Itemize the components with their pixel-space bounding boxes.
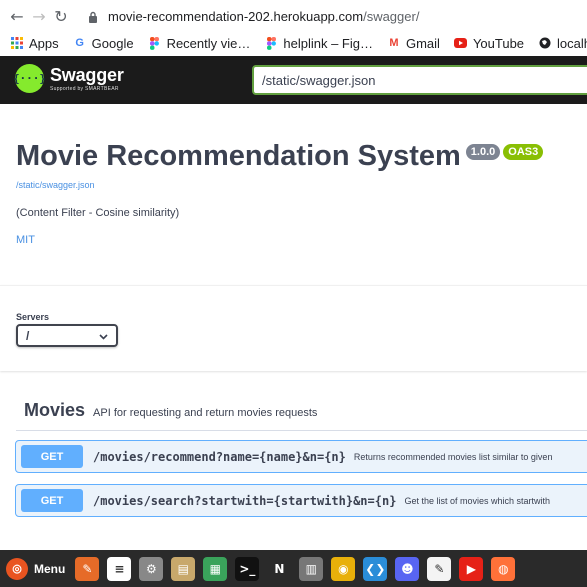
spreadsheet-icon[interactable]: ▦	[203, 556, 228, 581]
tag-header-movies[interactable]: Movies API for requesting and return mov…	[24, 400, 317, 421]
bookmark-google[interactable]: G Google	[73, 35, 134, 51]
operation-get-search[interactable]: GET /movies/search?startwith={startwith}…	[15, 484, 587, 517]
servers-select[interactable]: /	[16, 324, 118, 347]
method-badge: GET	[21, 489, 83, 512]
browser-toolbar: ← → ↻ movie-recommendation-202.herokuapp…	[0, 0, 587, 33]
operation-get-recommend[interactable]: GET /movies/recommend?name={name}&n={n} …	[15, 440, 587, 473]
bookmarks-bar: Apps G Google Recently vie… helplink – F…	[0, 33, 587, 53]
spec-url-input[interactable]: /static/swagger.json	[252, 65, 587, 95]
bookmark-youtube[interactable]: YouTube	[454, 36, 524, 51]
settings-icon[interactable]: ⚙	[139, 556, 164, 581]
tag-description: API for requesting and return movies req…	[93, 407, 318, 419]
method-badge: GET	[21, 445, 83, 468]
ubuntu-logo-icon: ◎	[6, 557, 28, 580]
globe-icon	[538, 36, 552, 50]
figma-icon	[148, 36, 162, 50]
operation-path: /movies/recommend?name={name}&n={n}	[93, 449, 346, 464]
swagger-logo-icon: {···}	[13, 64, 46, 93]
bookmark-helplink[interactable]: helplink – Fig…	[264, 36, 373, 51]
operation-summary: Get the list of movies which startwith	[404, 495, 550, 506]
figma-icon	[264, 36, 278, 50]
firefox-icon[interactable]: ◍	[491, 556, 516, 581]
menu-label: Menu	[34, 561, 66, 576]
url-path: /swagger/	[363, 9, 420, 24]
youtube-icon	[454, 36, 468, 50]
discord-icon[interactable]: ☻	[395, 556, 420, 581]
spec-link[interactable]: /static/swagger.json	[16, 180, 95, 190]
bookmark-label: YouTube	[472, 35, 525, 51]
bookmark-label: helplink – Fig…	[283, 35, 373, 51]
url-host: movie-recommendation-202.herokuapp.com	[108, 9, 364, 24]
reload-icon[interactable]: ↻	[50, 6, 72, 28]
calculator-icon[interactable]: ▥	[299, 556, 324, 581]
back-arrow-icon[interactable]: ←	[6, 6, 28, 28]
swagger-topbar: {···} Swagger Supported by SMARTBEAR /st…	[0, 56, 587, 104]
swagger-logo[interactable]: {···} Swagger Supported by SMARTBEAR	[13, 64, 124, 93]
youtube-app-icon[interactable]: ▶	[459, 556, 484, 581]
google-icon: G	[75, 37, 84, 49]
archive-icon[interactable]: ▤	[171, 556, 196, 581]
forward-arrow-icon[interactable]: →	[28, 6, 50, 28]
api-description: (Content Filter - Cosine similarity)	[16, 207, 180, 219]
tag-name: Movies	[24, 400, 86, 420]
bookmark-localhost[interactable]: localh	[538, 36, 587, 51]
vscode-icon[interactable]: ❮❯	[363, 556, 388, 581]
apps-grid-icon	[10, 36, 24, 50]
start-menu-button[interactable]: ◎ Menu	[6, 557, 66, 580]
bookmark-label: Recently vie…	[166, 35, 251, 51]
api-info: Movie Recommendation System 1.0.0 OAS3	[16, 140, 544, 173]
terminal-icon[interactable]: >_	[235, 556, 260, 581]
servers-selected-value: /	[26, 328, 30, 343]
text-editor-icon[interactable]: ≡	[107, 556, 132, 581]
taskbar: ◎ Menu ✎ ≡ ⚙ ▤ ▦ >_ N ▥ ◉ ❮❯ ☻ ✎ ▶ ◍	[0, 550, 587, 587]
notes-icon[interactable]: ✎	[427, 556, 452, 581]
tag-divider	[16, 430, 587, 431]
bookmark-label: Google	[91, 35, 134, 51]
bookmark-label: Apps	[29, 35, 59, 51]
operation-path: /movies/search?startwith={startwith}&n={…	[93, 493, 397, 508]
version-badge: 1.0.0	[465, 144, 501, 160]
license-link[interactable]: MIT	[16, 234, 35, 246]
bookmark-label: Gmail	[405, 35, 440, 51]
taskbar-apps: ✎ ≡ ⚙ ▤ ▦ >_ N ▥ ◉ ❮❯ ☻ ✎ ▶ ◍	[75, 556, 523, 581]
api-title: Movie Recommendation System	[16, 140, 461, 172]
bookmark-label: localh	[557, 35, 587, 51]
bookmark-gmail[interactable]: M Gmail	[387, 36, 440, 51]
swagger-logo-subtitle: Supported by SMARTBEAR	[50, 85, 119, 92]
servers-label: Servers	[16, 312, 50, 322]
lock-icon	[86, 10, 100, 24]
bookmark-recently-viewed[interactable]: Recently vie…	[148, 35, 251, 51]
page-title: Movie Recommendation System 1.0.0 OAS3	[16, 140, 544, 173]
firefox-like-icon[interactable]: ✎	[75, 556, 100, 581]
operation-summary: Returns recommended movies list similar …	[353, 451, 553, 462]
swagger-logo-title: Swagger	[50, 64, 124, 85]
notion-icon[interactable]: N	[267, 556, 292, 581]
chevron-down-icon	[99, 329, 108, 343]
bookmark-apps[interactable]: Apps	[10, 36, 59, 51]
gmail-icon: M	[389, 37, 399, 49]
chrome-icon[interactable]: ◉	[331, 556, 356, 581]
oas-badge: OAS3	[503, 144, 544, 160]
address-bar[interactable]: movie-recommendation-202.herokuapp.com/s…	[86, 4, 587, 29]
